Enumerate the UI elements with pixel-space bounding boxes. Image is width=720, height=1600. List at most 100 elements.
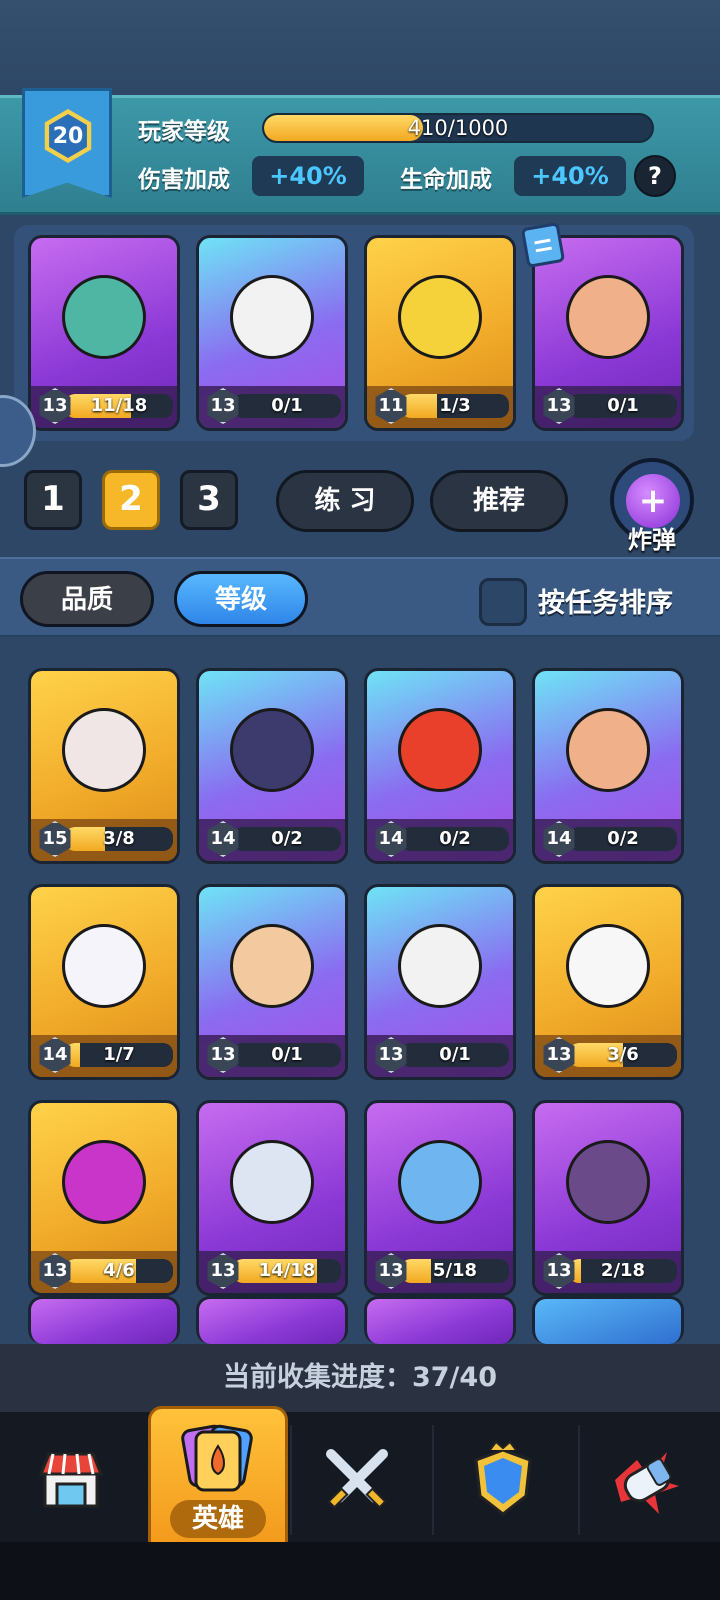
card-progress-text: 1/3 [439, 395, 471, 416]
player-level-badge[interactable]: 20 [22, 88, 112, 198]
hero-card[interactable]: 0/2 14 [364, 668, 516, 864]
hero-portrait [45, 1117, 163, 1247]
hero-face [230, 708, 314, 792]
hero-face [230, 1140, 314, 1224]
clipboard-icon[interactable] [520, 222, 566, 268]
xp-progress-text: 410/1000 [407, 116, 509, 140]
nav-shop[interactable] [6, 1420, 136, 1540]
deck-hero-card[interactable]: 0/1 13 [196, 235, 348, 431]
hero-card-partial[interactable] [196, 1296, 348, 1344]
hero-face [566, 924, 650, 1008]
card-progress-bar: 0/1 [569, 394, 677, 418]
hero-card-partial[interactable] [28, 1296, 180, 1344]
xp-progress-bar: 410/1000 [262, 113, 654, 143]
hp-bonus-label: 生命加成 [400, 167, 492, 193]
recommend-button[interactable]: 推荐 [430, 470, 568, 532]
hero-portrait [381, 685, 499, 815]
hero-face [62, 708, 146, 792]
card-progress-text: 4/6 [103, 1260, 135, 1281]
hero-portrait [213, 1117, 331, 1247]
hero-face [398, 924, 482, 1008]
collection-progress: 当前收集进度：37/40 [0, 1344, 720, 1412]
hero-face [398, 275, 482, 359]
hero-portrait [213, 252, 331, 382]
hero-face [62, 1140, 146, 1224]
hero-portrait [213, 901, 331, 1031]
card-progress-bar: 0/2 [401, 827, 509, 851]
card-progress-text: 1/7 [103, 1044, 135, 1065]
card-progress-text: 0/1 [439, 1044, 471, 1065]
card-progress-text: 0/1 [271, 395, 303, 416]
hero-face [398, 708, 482, 792]
damage-bonus-value: +40% [252, 156, 364, 196]
card-progress-bar: 0/1 [233, 394, 341, 418]
card-progress-bar: 11/18 [65, 394, 173, 418]
card-progress-bar: 1/7 [65, 1043, 173, 1067]
hero-card[interactable]: 14/18 13 [196, 1100, 348, 1296]
card-progress-bar: 0/2 [569, 827, 677, 851]
hero-face [230, 924, 314, 1008]
player-level-label: 玩家等级 [138, 119, 230, 145]
hero-portrait [549, 901, 667, 1031]
hero-card[interactable]: 0/2 14 [532, 668, 684, 864]
hero-card[interactable]: 0/1 13 [196, 884, 348, 1080]
card-progress-text: 0/2 [607, 828, 639, 849]
nav-battle[interactable] [292, 1420, 422, 1540]
card-progress-text: 3/8 [103, 828, 135, 849]
hero-portrait [549, 685, 667, 815]
deck-tab-2[interactable]: 2 [102, 470, 160, 530]
card-progress-bar: 5/18 [401, 1259, 509, 1283]
hero-card[interactable]: 1/7 14 [28, 884, 180, 1080]
card-progress-bar: 1/3 [401, 394, 509, 418]
filter-level-button[interactable]: 等级 [174, 571, 308, 627]
hero-card[interactable]: 5/18 13 [364, 1100, 516, 1296]
nav-clan[interactable] [438, 1420, 568, 1540]
hero-card-partial[interactable] [364, 1296, 516, 1344]
hero-card[interactable]: 0/1 13 [364, 884, 516, 1080]
bomb-label: 炸弹 [628, 526, 676, 554]
hero-card-partial[interactable] [532, 1296, 684, 1344]
hero-card[interactable]: 0/2 14 [196, 668, 348, 864]
top-background [0, 0, 720, 95]
hero-portrait [549, 1117, 667, 1247]
card-progress-bar: 3/8 [65, 827, 173, 851]
damage-bonus-label: 伤害加成 [138, 167, 230, 193]
card-progress-bar: 14/18 [233, 1259, 341, 1283]
hero-face [566, 708, 650, 792]
deck-hero-card[interactable]: 1/3 11 [364, 235, 516, 431]
hero-face [566, 275, 650, 359]
nav-punch-event[interactable] [582, 1420, 712, 1540]
hero-face [62, 924, 146, 1008]
card-progress-text: 3/6 [607, 1044, 639, 1065]
card-progress-text: 0/1 [271, 1044, 303, 1065]
card-progress-text: 14/18 [258, 1260, 316, 1281]
hero-face [230, 275, 314, 359]
hero-portrait [381, 252, 499, 382]
card-progress-bar: 0/2 [233, 827, 341, 851]
deck-tab-1[interactable]: 1 [24, 470, 82, 530]
hero-card[interactable]: 4/6 13 [28, 1100, 180, 1296]
card-progress-text: 2/18 [600, 1260, 646, 1281]
nav-divider [578, 1425, 580, 1535]
card-progress-text: 11/18 [90, 395, 148, 416]
deck-hero-card[interactable]: 0/1 13 [532, 235, 684, 431]
hero-portrait [45, 685, 163, 815]
filter-quality-button[interactable]: 品质 [20, 571, 154, 627]
hero-cards-icon [181, 1424, 253, 1492]
hero-portrait [381, 1117, 499, 1247]
practice-button[interactable]: 练 习 [276, 470, 414, 532]
help-button[interactable]: ? [634, 155, 676, 197]
deck-hero-card[interactable]: 11/18 13 [28, 235, 180, 431]
hero-card[interactable]: 2/18 13 [532, 1100, 684, 1296]
sort-by-task-checkbox[interactable] [479, 578, 527, 626]
card-progress-bar: 0/1 [233, 1043, 341, 1067]
hero-card[interactable]: 3/8 15 [28, 668, 180, 864]
hero-portrait [549, 252, 667, 382]
card-progress-text: 5/18 [432, 1260, 478, 1281]
nav-heroes-label: 英雄 [170, 1500, 266, 1538]
deck-tab-3[interactable]: 3 [180, 470, 238, 530]
hero-card[interactable]: 3/6 13 [532, 884, 684, 1080]
hero-portrait [381, 901, 499, 1031]
crossed-swords-icon [326, 1449, 388, 1509]
shop-icon [38, 1452, 104, 1508]
